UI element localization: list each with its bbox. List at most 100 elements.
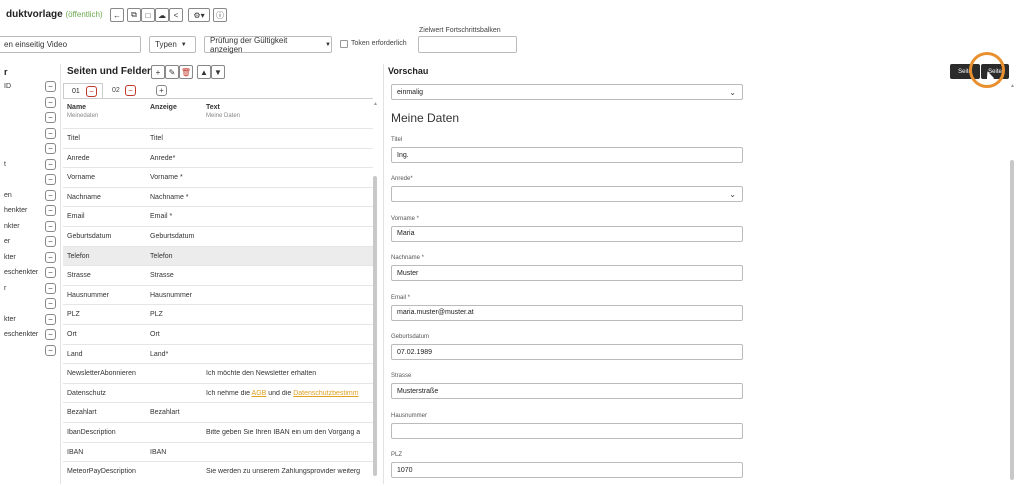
- preview-field-input[interactable]: 07.02.1989: [391, 344, 743, 360]
- cell-text: Sie werden zu unserem Zahlungsprovider w…: [206, 468, 361, 476]
- types-dropdown[interactable]: Typen ▼: [149, 36, 196, 53]
- left-item-action-button[interactable]: −: [45, 220, 56, 232]
- left-item-action-button[interactable]: −: [45, 189, 56, 201]
- left-item-action-button[interactable]: −: [45, 143, 56, 154]
- tab-page-02[interactable]: 02 −: [104, 83, 142, 99]
- tab-page-01[interactable]: 01 −: [63, 83, 103, 99]
- col-header-display: Anzeige: [150, 104, 177, 111]
- left-list-item[interactable]: eschenkter: [4, 269, 38, 276]
- left-item-action-button[interactable]: −: [45, 127, 56, 139]
- preview-field-input[interactable]: 1070: [391, 462, 743, 479]
- move-up-button[interactable]: ▲: [197, 65, 211, 79]
- token-checkbox[interactable]: [340, 40, 348, 48]
- validity-dropdown[interactable]: Prüfung der Gültigkeit anzeigen ▼: [204, 36, 332, 54]
- arrow-up-icon: ▲: [200, 67, 208, 77]
- preview-frequency-select[interactable]: einmalig ⌄: [391, 84, 743, 100]
- remove-tab-button[interactable]: −: [125, 85, 136, 96]
- name-field[interactable]: en einseitig Video: [0, 36, 141, 53]
- share-button[interactable]: <: [169, 8, 183, 22]
- table-row[interactable]: [63, 345, 373, 364]
- table-row[interactable]: [63, 246, 373, 266]
- left-list-item[interactable]: eschenkter: [4, 331, 38, 338]
- fields-scrollbar-up[interactable]: ▲: [373, 101, 378, 107]
- left-list-item[interactable]: er: [4, 238, 10, 245]
- left-list-item[interactable]: r: [4, 285, 6, 292]
- progress-target-input[interactable]: [418, 36, 517, 53]
- left-item-action-button[interactable]: −: [45, 329, 56, 340]
- left-item-action-button[interactable]: −: [45, 298, 56, 309]
- cell-display: IBAN: [150, 448, 167, 456]
- copy-button[interactable]: ⧉: [127, 8, 141, 22]
- left-item-action-button[interactable]: −: [45, 313, 56, 325]
- table-row[interactable]: [63, 266, 373, 285]
- cell-name: Land: [67, 350, 83, 358]
- move-down-button[interactable]: ▼: [211, 65, 225, 79]
- left-item-action-button[interactable]: −: [45, 174, 56, 185]
- left-list-item[interactable]: nkter: [4, 223, 20, 230]
- preview-field-input[interactable]: Muster: [391, 265, 743, 282]
- cell-display: Nachname *: [150, 193, 189, 201]
- add-field-button[interactable]: +: [151, 65, 165, 79]
- document-button[interactable]: □: [141, 8, 155, 22]
- preview-field-input[interactable]: Maria: [391, 225, 743, 242]
- left-list-item[interactable]: t: [4, 161, 6, 168]
- cell-name: PLZ: [67, 311, 80, 319]
- left-list-item[interactable]: kter: [4, 316, 16, 323]
- preview-scrollbar-thumb[interactable]: [1010, 160, 1014, 480]
- left-item-action-button[interactable]: −: [45, 81, 56, 92]
- left-list-item[interactable]: kter: [4, 254, 16, 261]
- preview-field-input[interactable]: ⌄: [391, 186, 743, 203]
- left-list-item[interactable]: en: [4, 192, 12, 199]
- left-list-item[interactable]: ID: [4, 83, 11, 90]
- preview-field-input[interactable]: [391, 422, 743, 439]
- back-button[interactable]: ←: [110, 8, 124, 22]
- table-row[interactable]: [63, 286, 373, 305]
- input-value: Muster: [397, 269, 419, 277]
- delete-field-button[interactable]: 🗑: [179, 65, 193, 79]
- left-item-action-button[interactable]: −: [45, 112, 56, 123]
- consent-link[interactable]: Datenschutzbestimm: [293, 390, 358, 397]
- table-row[interactable]: [63, 305, 373, 324]
- table-row[interactable]: [63, 325, 373, 344]
- cloud-button[interactable]: ☁: [155, 8, 169, 22]
- left-column-header: r: [4, 67, 8, 77]
- add-tab-button[interactable]: +: [156, 85, 167, 96]
- left-item-action-button[interactable]: −: [45, 282, 56, 294]
- preview-field-input[interactable]: Ing.: [391, 147, 743, 163]
- table-row[interactable]: [63, 168, 373, 187]
- col-header-name: Name: [67, 104, 87, 111]
- table-row[interactable]: [63, 149, 373, 168]
- consent-link[interactable]: AGB: [252, 390, 267, 397]
- chevron-down-icon: ▼: [325, 41, 331, 48]
- preview-field-input[interactable]: maria.muster@muster.at: [391, 304, 743, 321]
- cell-name: IbanDescription: [67, 429, 116, 436]
- preview-title: Vorschau: [388, 66, 429, 76]
- remove-tab-button[interactable]: −: [86, 86, 97, 97]
- preview-scrollbar-up[interactable]: ▲: [1010, 83, 1015, 89]
- settings-button[interactable]: ⚙▾: [188, 8, 210, 22]
- table-row[interactable]: [63, 443, 373, 462]
- info-button[interactable]: ⓘ: [213, 8, 227, 22]
- left-list-item[interactable]: henkter: [4, 207, 27, 214]
- document-icon: □: [145, 10, 151, 20]
- copy-icon: ⧉: [131, 10, 137, 19]
- cell-name: Anrede: [67, 154, 90, 162]
- left-item-action-button[interactable]: −: [45, 251, 56, 263]
- left-item-action-button[interactable]: −: [45, 344, 56, 356]
- fields-scrollbar-thumb[interactable]: [373, 176, 377, 476]
- left-item-action-button[interactable]: −: [45, 158, 56, 170]
- cell-display: Strasse: [150, 272, 174, 280]
- token-label: Token erforderlich: [351, 40, 407, 47]
- left-item-action-button[interactable]: −: [45, 267, 56, 278]
- table-row[interactable]: [63, 403, 373, 422]
- edit-field-button[interactable]: ✎: [165, 65, 179, 79]
- left-item-action-button[interactable]: −: [45, 205, 56, 216]
- table-row[interactable]: [63, 129, 373, 148]
- cell-display: Vorname *: [150, 174, 183, 182]
- left-item-action-button[interactable]: −: [45, 236, 56, 247]
- preview-field-input[interactable]: Musterstraße: [391, 383, 743, 400]
- left-item-action-button[interactable]: −: [45, 96, 56, 108]
- cell-name: Geburtsdatum: [67, 233, 112, 240]
- table-row[interactable]: [63, 188, 373, 207]
- table-row[interactable]: [63, 207, 373, 226]
